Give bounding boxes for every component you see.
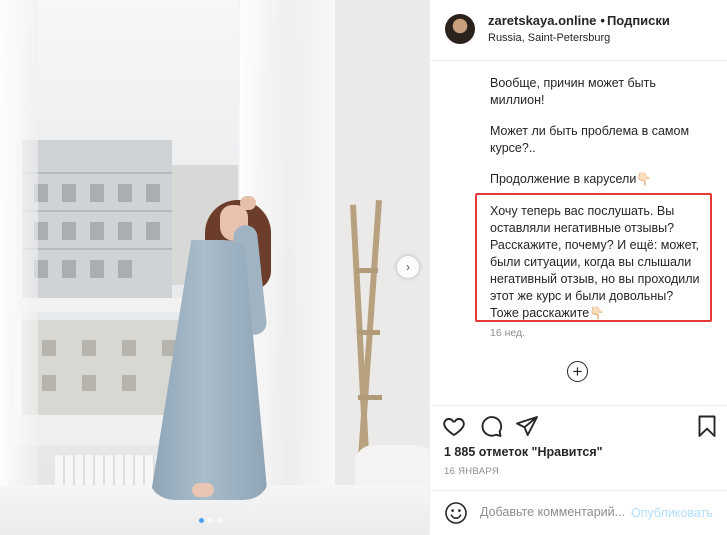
- username-link[interactable]: zaretskaya.online: [488, 13, 596, 28]
- carousel-dot: [208, 518, 213, 523]
- photo-building: [22, 140, 172, 300]
- post-date[interactable]: 16 ЯНВАРЯ: [444, 466, 499, 477]
- separator-dot: •: [600, 13, 605, 28]
- add-comment-bar: Опубликовать: [430, 490, 727, 535]
- photo-curtain-left: [0, 0, 38, 535]
- heart-icon[interactable]: [442, 414, 466, 438]
- comment-icon[interactable]: [479, 414, 503, 438]
- photo-woman-hand: [240, 196, 256, 210]
- bookmark-icon[interactable]: [695, 414, 719, 438]
- photo-ladder-rung: [356, 268, 378, 273]
- post-header: zaretskaya.online • Подписки Russia, Saint…: [430, 0, 727, 61]
- photo-ladder-rung: [357, 330, 380, 335]
- post-actions: 1 885 отметок "Нравится" 16 ЯНВАРЯ: [430, 405, 727, 477]
- caption-area: Вообще, причин может быть миллион! Может…: [430, 61, 727, 405]
- post-sidebar: zaretskaya.online • Подписки Russia, Saint…: [429, 0, 727, 535]
- share-icon[interactable]: [515, 414, 539, 438]
- load-more-comments-button[interactable]: +: [567, 361, 588, 382]
- emoji-icon[interactable]: [444, 501, 468, 525]
- photo-woman-foot: [192, 483, 214, 497]
- post-photo[interactable]: ›: [0, 0, 429, 535]
- comment-input[interactable]: [480, 505, 630, 519]
- avatar[interactable]: [445, 14, 475, 44]
- chevron-right-icon: ›: [406, 260, 410, 274]
- caption-paragraph: Может ли быть проблема в самом курсе?..: [490, 124, 690, 155]
- caption-paragraph: Вообще, причин может быть миллион!: [490, 76, 656, 107]
- follow-button[interactable]: Подписки: [607, 13, 670, 28]
- likes-count[interactable]: 1 885 отметок "Нравится": [444, 445, 603, 459]
- carousel-next-button[interactable]: ›: [397, 256, 419, 278]
- caption-paragraph: Продолжение в карусели👇🏻: [490, 172, 652, 186]
- carousel-dot: [217, 518, 222, 523]
- photo-ladder-rung: [358, 395, 382, 400]
- post-time-ago[interactable]: 16 нед.: [490, 327, 525, 339]
- location-link[interactable]: Russia, Saint-Petersburg: [488, 32, 610, 44]
- carousel-dots: [199, 518, 222, 523]
- post-author: zaretskaya.online • Подписки: [488, 13, 670, 28]
- carousel-dot: [199, 518, 204, 523]
- publish-button[interactable]: Опубликовать: [631, 506, 713, 520]
- plus-icon: +: [572, 362, 583, 381]
- caption-paragraph-highlighted: Хочу теперь вас послушать. Вы оставляли …: [490, 204, 700, 320]
